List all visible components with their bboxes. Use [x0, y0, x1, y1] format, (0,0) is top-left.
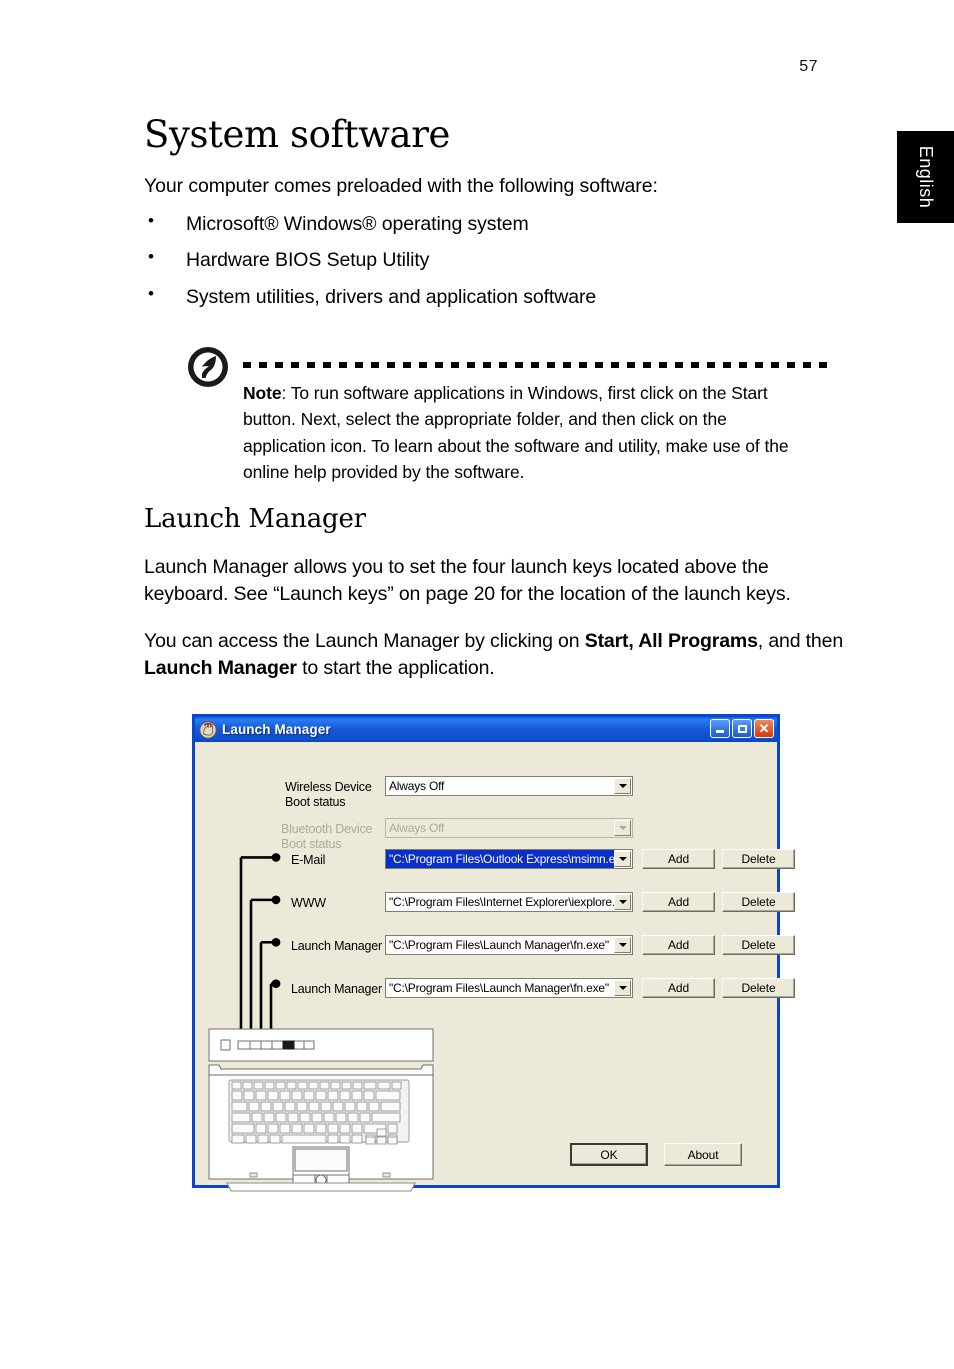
launch-manager-1-path-value: "C:\Program Files\Launch Manager\fn.exe" — [389, 938, 609, 952]
note-body: : To run software applications in Window… — [243, 383, 789, 482]
launch-manager-2-path-value: "C:\Program Files\Launch Manager\fn.exe" — [389, 981, 609, 995]
ok-button[interactable]: OK — [570, 1143, 648, 1166]
bluetooth-device-label: Bluetooth Device Boot status — [281, 822, 373, 853]
launch-manager-2-add-button[interactable]: Add — [642, 978, 715, 998]
paragraph2-bold2: Launch Manager — [144, 656, 297, 679]
launch-manager-1-row-label: Launch Manager — [291, 939, 383, 953]
www-delete-button[interactable]: Delete — [722, 892, 795, 912]
notebook-illustration — [208, 1028, 434, 1192]
section-title: Launch Manager — [144, 504, 366, 535]
email-row-label: E-Mail — [291, 853, 326, 867]
launch-manager-1-delete-button[interactable]: Delete — [722, 935, 795, 955]
wireless-device-label-line1: Wireless Device — [285, 780, 372, 794]
bluetooth-device-label-line1: Bluetooth Device — [281, 822, 373, 836]
close-icon: ✕ — [758, 721, 770, 736]
minimize-button[interactable] — [710, 719, 730, 738]
wireless-device-label-line2: Boot status — [285, 795, 346, 810]
launch-manager-1-path-combo[interactable]: "C:\Program Files\Launch Manager\fn.exe" — [385, 935, 633, 955]
email-delete-button[interactable]: Delete — [722, 849, 795, 869]
note-callout: Note: To run software applications in Wi… — [144, 342, 844, 485]
chevron-down-icon — [614, 820, 631, 836]
document-content: System software Your computer comes prel… — [144, 0, 844, 682]
chevron-down-icon[interactable] — [614, 980, 631, 996]
email-path-value: "C:\Program Files\Outlook Express\msimn.… — [386, 850, 614, 868]
paragraph2-part2: , and then — [757, 629, 844, 652]
wireless-device-boot-status-combo[interactable]: Always Off — [385, 776, 633, 796]
note-label: Note — [243, 383, 282, 404]
language-tab-label: English — [916, 145, 936, 209]
www-add-button[interactable]: Add — [642, 892, 715, 912]
email-path-combo[interactable]: "C:\Program Files\Outlook Express\msimn.… — [385, 849, 633, 869]
about-button[interactable]: About — [664, 1143, 742, 1166]
minimize-icon — [716, 730, 724, 733]
launch-manager-2-path-combo[interactable]: "C:\Program Files\Launch Manager\fn.exe" — [385, 978, 633, 998]
page-title: System software — [144, 113, 450, 156]
dialog-title: Launch Manager — [222, 722, 331, 737]
email-add-button[interactable]: Add — [642, 849, 715, 869]
launch-manager-dialog: Launch Manager ✕ Wireless Device Boot st… — [192, 714, 795, 1192]
chevron-down-icon[interactable] — [614, 894, 631, 910]
paragraph2-part3: to start the application. — [296, 656, 495, 679]
acer-note-icon — [188, 347, 228, 388]
wireless-device-label: Wireless Device Boot status — [285, 780, 372, 811]
launch-manager-app-icon — [199, 720, 217, 739]
www-path-value: "C:\Program Files\Internet Explorer\iexp… — [389, 895, 614, 909]
list-item: Microsoft® Windows® operating system — [144, 210, 844, 247]
www-row-label: WWW — [291, 896, 326, 910]
intro-paragraph: Your computer comes preloaded with the f… — [144, 174, 658, 197]
note-dotted-rule — [243, 362, 833, 369]
wireless-device-boot-status-value: Always Off — [389, 779, 445, 793]
list-item: System utilities, drivers and applicatio… — [144, 283, 844, 320]
software-bullet-list: Microsoft® Windows® operating system Har… — [144, 199, 844, 320]
launch-manager-2-delete-button[interactable]: Delete — [722, 978, 795, 998]
paragraph2-bold1: Start, All Programs — [584, 629, 758, 652]
dialog-titlebar[interactable]: Launch Manager ✕ — [195, 717, 777, 742]
chevron-down-icon[interactable] — [614, 851, 631, 867]
dialog-body: Wireless Device Boot status Always Off B… — [195, 742, 795, 1192]
chevron-down-icon[interactable] — [614, 937, 631, 953]
language-tab: English — [897, 131, 954, 223]
launch-manager-paragraph-2: You can access the Launch Manager by cli… — [144, 608, 844, 682]
close-button[interactable]: ✕ — [754, 719, 774, 738]
bluetooth-device-label-line2: Boot status — [281, 837, 342, 852]
bluetooth-device-boot-status-value: Always Off — [389, 821, 445, 835]
launch-manager-2-row-label: Launch Manager — [291, 982, 383, 996]
www-path-combo[interactable]: "C:\Program Files\Internet Explorer\iexp… — [385, 892, 633, 912]
paragraph2-part1: You can access the Launch Manager by cli… — [144, 629, 585, 652]
launch-manager-1-add-button[interactable]: Add — [642, 935, 715, 955]
list-item: Hardware BIOS Setup Utility — [144, 246, 844, 283]
chevron-down-icon[interactable] — [614, 778, 631, 794]
window-controls: ✕ — [710, 719, 774, 738]
bluetooth-device-boot-status-combo: Always Off — [385, 818, 633, 838]
launch-manager-paragraph-1: Launch Manager allows you to set the fou… — [144, 556, 791, 605]
maximize-button[interactable] — [732, 719, 752, 738]
maximize-icon — [737, 724, 747, 733]
